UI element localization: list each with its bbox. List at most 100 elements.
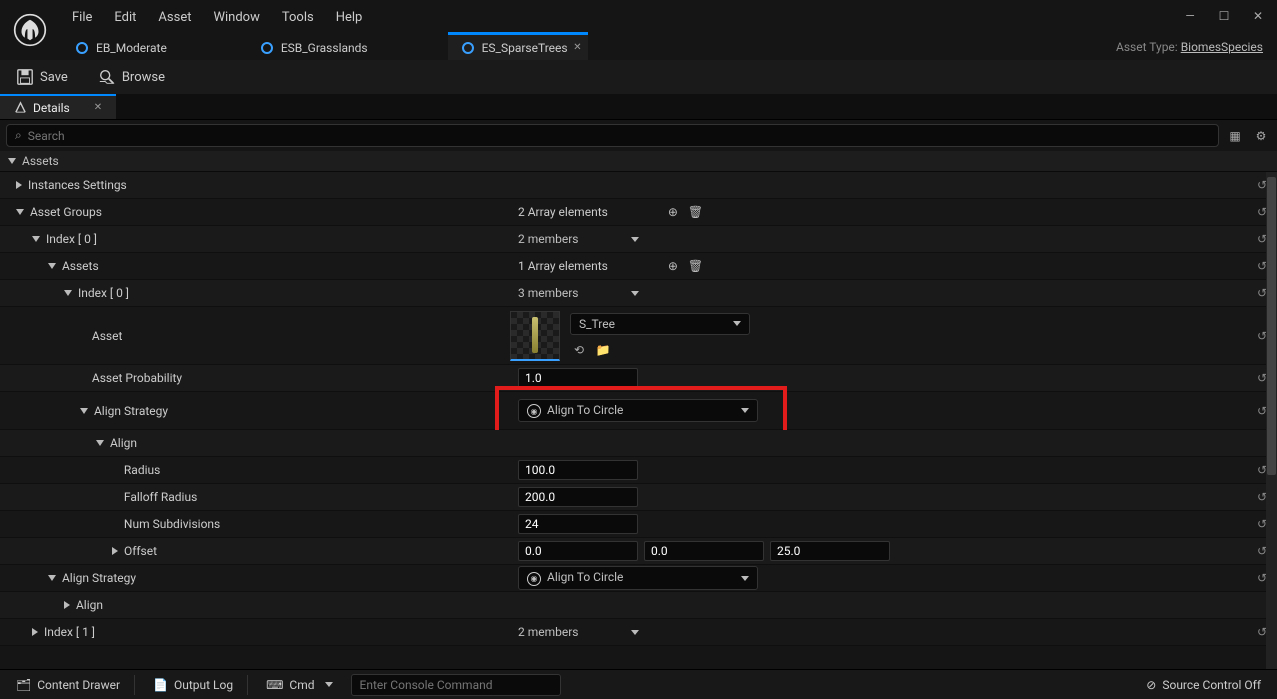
asset-type-link[interactable]: BiomesSpecies: [1181, 40, 1263, 54]
add-element-icon[interactable]: ⊕: [668, 205, 678, 219]
expand-icon[interactable]: [80, 408, 88, 414]
maximize-button[interactable]: ☐: [1211, 6, 1237, 26]
use-selected-icon[interactable]: ⟲: [570, 341, 588, 359]
cmd-dropdown[interactable]: ⌨Cmd: [258, 675, 340, 695]
chevron-down-icon: [733, 321, 741, 326]
expand-icon[interactable]: [32, 236, 40, 242]
close-tab-icon[interactable]: ✕: [573, 42, 581, 53]
probability-input[interactable]: [518, 368, 638, 388]
tab-eb-moderate[interactable]: EB_Moderate: [62, 32, 187, 60]
label: Content Drawer: [37, 678, 120, 692]
row-index-1[interactable]: Index [ 1 ] 2 members ↺: [0, 619, 1277, 646]
expand-struct-icon[interactable]: [631, 630, 639, 635]
expand-icon[interactable]: [96, 440, 104, 446]
label: Asset Probability: [92, 371, 182, 385]
menu-tools[interactable]: Tools: [272, 6, 324, 29]
subdivisions-input[interactable]: [518, 514, 638, 534]
expand-icon[interactable]: [48, 263, 56, 269]
close-button[interactable]: ✕: [1245, 6, 1271, 26]
menu-bar: File Edit Asset Window Tools Help: [62, 6, 372, 29]
asset-type-info: Asset Type: BiomesSpecies: [1116, 40, 1263, 54]
chevron-down-icon: [741, 576, 749, 581]
expand-icon[interactable]: [16, 209, 24, 215]
browse-label: Browse: [122, 70, 165, 85]
label: Falloff Radius: [124, 490, 197, 504]
search-row: ⌕ ▦ ⚙: [0, 120, 1277, 151]
label: Align: [110, 436, 137, 450]
tab-label: ESB_Grasslands: [281, 41, 368, 55]
expand-struct-icon[interactable]: [631, 291, 639, 296]
row-assets-inner[interactable]: Assets 1 Array elements ⊕ 🗑 ↺: [0, 253, 1277, 280]
tab-label: EB_Moderate: [96, 41, 167, 55]
scrollbar[interactable]: [1266, 172, 1277, 669]
asset-thumbnail[interactable]: [510, 311, 560, 361]
radius-input[interactable]: [518, 460, 638, 480]
expand-icon[interactable]: [32, 628, 38, 636]
browse-button[interactable]: Browse: [90, 64, 173, 90]
offset-x-input[interactable]: [518, 541, 638, 561]
expand-icon[interactable]: [48, 575, 56, 581]
panel-tabs: Details ✕: [0, 94, 1277, 120]
source-control-button[interactable]: ⊘Source Control Off: [1138, 675, 1269, 695]
dropdown-value: Align To Circle: [547, 403, 623, 417]
close-panel-icon[interactable]: ✕: [94, 102, 102, 113]
member-count: 3 members: [518, 286, 579, 300]
expand-icon[interactable]: [8, 158, 16, 164]
row-instances-settings[interactable]: Instances Settings ↺: [0, 172, 1277, 199]
offset-z-input[interactable]: [770, 541, 890, 561]
row-falloff-radius: Falloff Radius ↺: [0, 484, 1277, 511]
row-index-0[interactable]: Index [ 0 ] 2 members ↺: [0, 226, 1277, 253]
tab-esb-grasslands[interactable]: ESB_Grasslands: [247, 32, 388, 60]
expand-struct-icon[interactable]: [631, 237, 639, 242]
menu-edit[interactable]: Edit: [104, 6, 146, 29]
content-drawer-button[interactable]: 🗂Content Drawer: [8, 675, 135, 695]
row-offset: Offset ↺: [0, 538, 1277, 565]
menu-file[interactable]: File: [62, 6, 102, 29]
search-box[interactable]: ⌕: [6, 124, 1219, 147]
row-radius: Radius ↺: [0, 457, 1277, 484]
row-num-subdivisions: Num Subdivisions ↺: [0, 511, 1277, 538]
label: Radius: [124, 463, 160, 477]
label: Index [ 0 ]: [46, 232, 97, 246]
row-asset-probability: Asset Probability ↺: [0, 365, 1277, 392]
search-input[interactable]: [28, 129, 1210, 143]
statusbar: 🗂Content Drawer 📄Output Log ⌨Cmd ⊘Source…: [0, 669, 1277, 699]
row-align[interactable]: Align: [0, 430, 1277, 457]
tab-es-sparsetrees[interactable]: ES_SparseTrees ✕: [448, 32, 588, 60]
save-button[interactable]: Save: [8, 64, 76, 90]
titlebar: File Edit Asset Window Tools Help — ☐ ✕ …: [0, 0, 1277, 60]
scrollbar-thumb[interactable]: [1267, 177, 1276, 475]
details-icon: [14, 101, 27, 114]
falloff-input[interactable]: [518, 487, 638, 507]
expand-icon[interactable]: [112, 547, 118, 555]
browse-to-icon[interactable]: 📁: [594, 341, 612, 359]
offset-y-input[interactable]: [644, 541, 764, 561]
expand-icon[interactable]: [64, 601, 70, 609]
section-assets[interactable]: Assets: [0, 151, 1277, 172]
add-element-icon[interactable]: ⊕: [668, 259, 678, 273]
details-tab[interactable]: Details ✕: [0, 94, 116, 119]
row-asset: Asset S_Tree ⟲ 📁 ↺: [0, 307, 1277, 365]
console-input[interactable]: [351, 674, 561, 696]
align-strategy-dropdown[interactable]: ◉Align To Circle: [518, 399, 758, 423]
source-control-off-icon: ⊘: [1146, 678, 1156, 692]
row-align-2[interactable]: Align: [0, 592, 1277, 619]
expand-icon[interactable]: [64, 290, 72, 296]
menu-window[interactable]: Window: [203, 6, 269, 29]
clear-array-icon[interactable]: 🗑: [688, 259, 703, 273]
output-log-button[interactable]: 📄Output Log: [145, 675, 248, 695]
minimize-button[interactable]: —: [1177, 6, 1203, 26]
asset-dropdown[interactable]: S_Tree: [570, 313, 750, 335]
row-asset-groups[interactable]: Asset Groups 2 Array elements ⊕ 🗑 ↺: [0, 199, 1277, 226]
member-count: 2 members: [518, 232, 579, 246]
label: Instances Settings: [28, 178, 127, 192]
row-index-0b[interactable]: Index [ 0 ] 3 members ↺: [0, 280, 1277, 307]
save-icon: [16, 68, 34, 86]
view-options-icon[interactable]: ▦: [1225, 126, 1245, 146]
align-strategy-dropdown-2[interactable]: ◉Align To Circle: [518, 566, 758, 590]
clear-array-icon[interactable]: 🗑: [688, 205, 703, 219]
menu-help[interactable]: Help: [326, 6, 373, 29]
settings-icon[interactable]: ⚙: [1251, 126, 1271, 146]
expand-icon[interactable]: [16, 181, 22, 189]
menu-asset[interactable]: Asset: [148, 6, 201, 29]
